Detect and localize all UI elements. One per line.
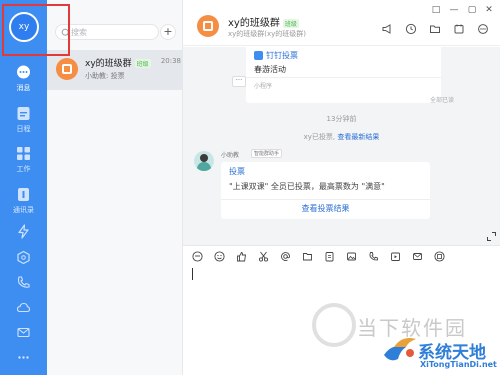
search-input[interactable]: 搜索 bbox=[55, 24, 159, 40]
like-icon[interactable] bbox=[236, 251, 247, 262]
system-message: xy已投票, 查看最新结果 bbox=[183, 132, 500, 142]
nav-label-messages: 消息 bbox=[16, 84, 31, 92]
megaphone-icon[interactable] bbox=[381, 23, 393, 35]
chat-subtitle: xy的班级群(xy的班级群) bbox=[228, 30, 307, 38]
calendar-icon bbox=[17, 107, 30, 120]
mention-icon[interactable] bbox=[280, 251, 291, 262]
system-message-text: xy已投票, bbox=[303, 133, 336, 141]
card-app-title: 钉钉投票 bbox=[266, 51, 298, 60]
expand-icon[interactable] bbox=[486, 231, 497, 242]
message-area[interactable]: 钉钉投票 春游活动 小程序 ··· 全部已读 13分钟前 xy已投票, 查看最新… bbox=[183, 47, 500, 245]
calendar-add-icon[interactable] bbox=[453, 23, 465, 35]
chat-title: xy的班级群 bbox=[228, 18, 280, 29]
nav-item-messages[interactable]: 消息 bbox=[0, 64, 47, 93]
cube-icon[interactable] bbox=[16, 250, 31, 265]
settings-icon[interactable] bbox=[477, 23, 489, 35]
text-cursor bbox=[192, 268, 193, 280]
view-latest-result-link[interactable]: 查看最新结果 bbox=[337, 133, 379, 141]
dingtalk-icon bbox=[254, 51, 263, 60]
watermark-url: XiTongTianDi.net bbox=[420, 360, 497, 369]
chat-title-row: xy的班级群 班级 bbox=[228, 14, 299, 29]
chat-header: xy的班级群 班级 xy的班级群(xy的班级群) □ — ▢ ✕ bbox=[183, 0, 500, 46]
search-icon bbox=[61, 28, 71, 38]
watermark-ring bbox=[312, 303, 356, 347]
time-separator: 13分钟前 bbox=[326, 115, 357, 123]
vote-summary: "上课双课" 全员已投票，最高票数为 "满意" bbox=[229, 182, 385, 191]
emoji-icon[interactable] bbox=[214, 251, 225, 262]
plugin-icon[interactable] bbox=[434, 251, 445, 262]
nav-label-contacts: 通讯录 bbox=[13, 206, 34, 214]
contacts-icon bbox=[18, 188, 29, 201]
nav-item-work[interactable]: 工作 bbox=[0, 145, 47, 174]
mail-icon[interactable] bbox=[412, 251, 423, 262]
nav-label-calendar: 日程 bbox=[16, 125, 31, 133]
message-more-button[interactable]: ··· bbox=[232, 76, 246, 87]
bot-name: 小助教 bbox=[221, 152, 240, 159]
gif-icon[interactable] bbox=[192, 251, 203, 262]
avatar-text: xy bbox=[18, 22, 30, 32]
mail-icon[interactable] bbox=[16, 325, 31, 340]
conversation-time: 20:38 bbox=[160, 57, 181, 65]
nav-item-contacts[interactable]: 通讯录 bbox=[0, 186, 47, 215]
video-icon[interactable] bbox=[390, 251, 401, 262]
watermark-logo-icon bbox=[384, 338, 416, 361]
card-footer: 小程序 bbox=[254, 83, 273, 90]
vote-title[interactable]: 投票 bbox=[229, 166, 245, 177]
nav-label-work: 工作 bbox=[16, 165, 31, 173]
conversation-preview: 小助教: 投票 bbox=[85, 72, 125, 80]
vote-card[interactable]: 投票 "上课双课" 全员已投票，最高票数为 "满意" 查看投票结果 bbox=[221, 162, 430, 219]
search-placeholder: 搜索 bbox=[71, 28, 87, 37]
mini-program-card[interactable]: 钉钉投票 春游活动 小程序 bbox=[246, 47, 441, 103]
conversation-name-row: xy的班级群 班级 bbox=[85, 56, 151, 69]
card-app-title-row: 钉钉投票 bbox=[254, 50, 298, 61]
more-icon[interactable] bbox=[16, 350, 31, 365]
vote-divider bbox=[221, 199, 430, 200]
close-button[interactable]: ✕ bbox=[483, 4, 495, 16]
apps-grid-icon bbox=[17, 147, 30, 160]
maximize-button[interactable]: ▢ bbox=[466, 4, 478, 16]
read-status[interactable]: 全部已读 bbox=[430, 95, 454, 104]
nav-item-calendar[interactable]: 日程 bbox=[0, 105, 47, 134]
minimize-button[interactable]: — bbox=[448, 4, 460, 16]
image-icon[interactable] bbox=[346, 251, 357, 262]
cloud-icon[interactable] bbox=[16, 300, 31, 315]
left-nav-rail: xy 消息 日程 工作 通讯录 bbox=[0, 0, 47, 375]
lightning-icon[interactable] bbox=[16, 224, 31, 239]
view-vote-result-link[interactable]: 查看投票结果 bbox=[221, 203, 430, 214]
scissors-icon[interactable] bbox=[258, 251, 269, 262]
conversation-tag: 班级 bbox=[134, 59, 151, 68]
bot-tag: 智能群助手 bbox=[251, 149, 283, 158]
conversation-name: xy的班级群 bbox=[85, 59, 132, 69]
clock-icon[interactable] bbox=[405, 23, 417, 35]
chat-group-avatar-icon[interactable] bbox=[197, 15, 219, 37]
folder-icon[interactable] bbox=[429, 23, 441, 35]
screenshot-window-button[interactable]: □ bbox=[430, 4, 442, 16]
conversation-item[interactable]: xy的班级群 班级 20:38 小助教: 投票 bbox=[47, 50, 183, 90]
bot-avatar[interactable] bbox=[194, 151, 214, 171]
call-icon[interactable] bbox=[368, 251, 379, 262]
chat-tag: 班级 bbox=[282, 18, 299, 28]
document-icon[interactable] bbox=[324, 251, 335, 262]
chat-bubble-icon bbox=[17, 65, 30, 79]
phone-icon[interactable] bbox=[16, 275, 31, 290]
file-icon[interactable] bbox=[302, 251, 313, 262]
add-button[interactable]: + bbox=[160, 24, 176, 40]
card-divider bbox=[246, 77, 441, 78]
card-body: 春游活动 bbox=[254, 65, 286, 74]
group-avatar-icon bbox=[56, 58, 78, 80]
user-avatar[interactable]: xy bbox=[9, 12, 39, 42]
